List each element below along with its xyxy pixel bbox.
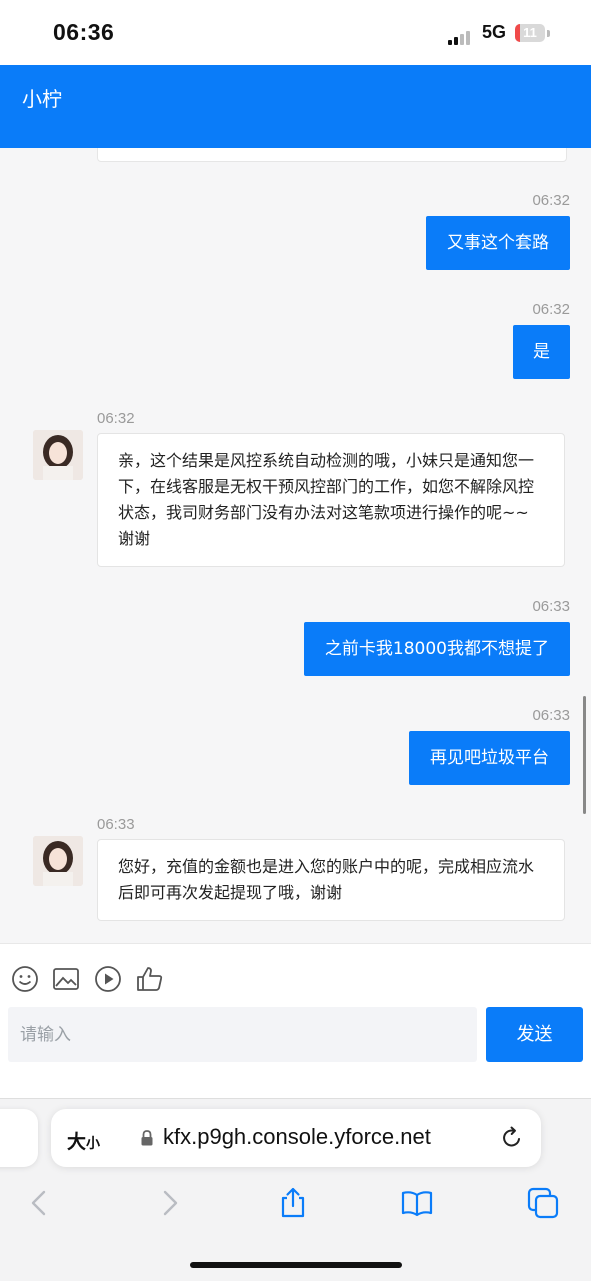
network-label: 5G (482, 22, 507, 42)
status-bar: 06:36 5G 11 (0, 0, 591, 65)
outgoing-message: 是 (513, 325, 570, 379)
incoming-message: 您好，充值的金额也是进入您的账户中的呢，完成相应流水后即可再次发起提现了哦，谢谢 (97, 839, 565, 921)
battery-tip (547, 30, 550, 37)
text-size-large-label: 大 (67, 1131, 87, 1153)
text-size-button[interactable]: 大小 (67, 1127, 100, 1154)
share-icon[interactable] (277, 1187, 309, 1219)
thumbs-up-icon[interactable] (135, 964, 165, 994)
message-time: 06:33 (97, 816, 135, 833)
previous-message-bubble (97, 148, 567, 162)
message-time: 06:32 (532, 301, 570, 318)
scrollbar[interactable] (583, 696, 586, 814)
reload-icon[interactable] (500, 1126, 524, 1150)
lock-icon (141, 1130, 153, 1146)
outgoing-message: 之前卡我18000我都不想提了 (303, 622, 570, 676)
agent-avatar (33, 430, 83, 480)
chat-header: 小柠 (0, 65, 591, 148)
message-time: 06:33 (532, 598, 570, 615)
signal-icon (448, 26, 472, 45)
url-text: kfx.p9gh.console.yforce.net (163, 1124, 431, 1149)
chat-title: 小柠 (22, 87, 62, 111)
outgoing-message: 再见吧垃圾平台 (409, 731, 570, 785)
message-input[interactable] (8, 1007, 477, 1062)
home-indicator (190, 1262, 402, 1268)
composer: 发送 (0, 943, 591, 1099)
send-button[interactable]: 发送 (486, 1007, 583, 1062)
video-icon[interactable] (93, 964, 123, 994)
browser-toolbar: 大小 kfx.p9gh.console.yforce.net (0, 1098, 591, 1281)
agent-avatar (33, 836, 83, 886)
battery-icon: 11 (515, 24, 545, 42)
battery-level: 11 (523, 25, 537, 40)
emoji-icon[interactable] (10, 964, 40, 994)
bookmarks-icon[interactable] (401, 1187, 433, 1219)
chat-messages[interactable]: 06:32 又事这个套路 06:32 是 06:32 亲，这个结果是风控系统自动… (0, 148, 591, 943)
message-time: 06:32 (532, 192, 570, 209)
previous-tab-peek[interactable] (0, 1109, 38, 1167)
tabs-icon[interactable] (527, 1187, 559, 1219)
image-icon[interactable] (51, 964, 81, 994)
back-icon[interactable] (24, 1187, 56, 1219)
message-time: 06:33 (532, 707, 570, 724)
status-time: 06:36 (53, 19, 115, 45)
outgoing-message: 又事这个套路 (426, 216, 570, 270)
text-size-small-label: 小 (86, 1136, 101, 1152)
message-time: 06:32 (97, 410, 135, 427)
forward-icon[interactable] (153, 1187, 185, 1219)
incoming-message: 亲，这个结果是风控系统自动检测的哦，小妹只是通知您一下，在线客服是无权干预风控部… (97, 433, 565, 567)
address-bar[interactable]: 大小 kfx.p9gh.console.yforce.net (51, 1109, 541, 1167)
